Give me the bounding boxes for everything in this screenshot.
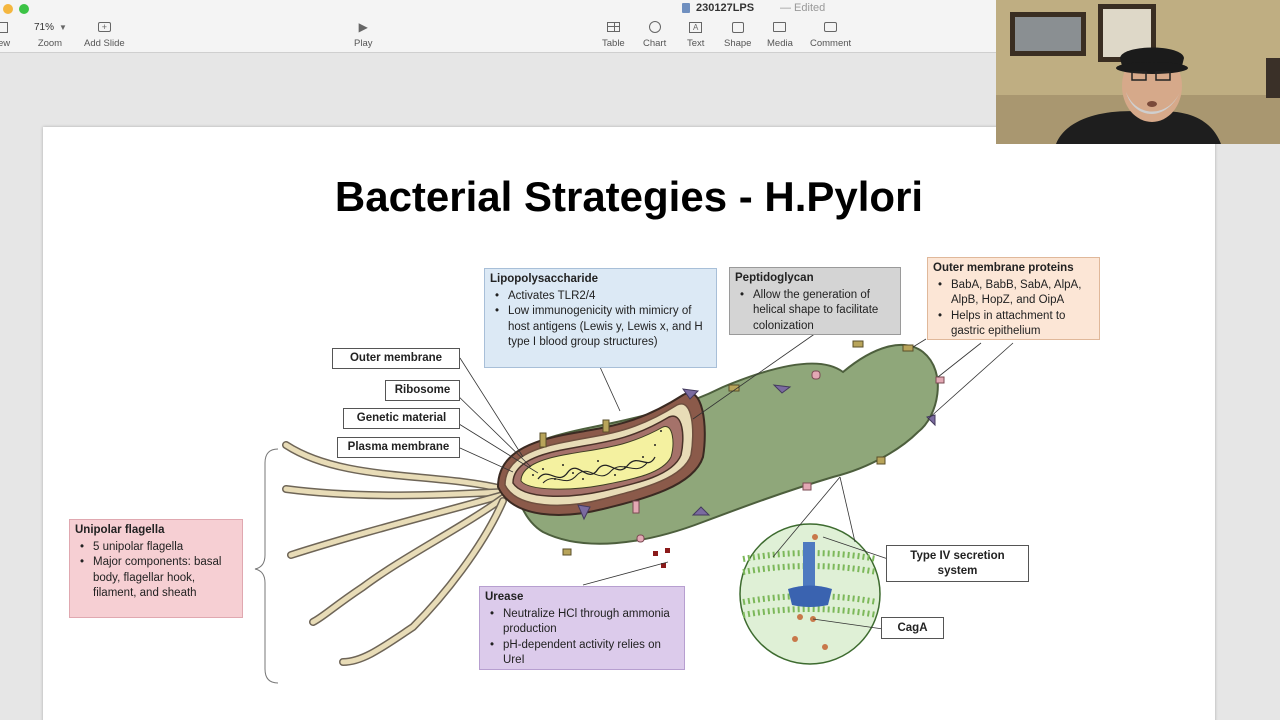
media-label: Media — [767, 38, 793, 49]
omp-list: BabA, BabB, SabA, AlpA, AlpB, HopZ, and … — [933, 278, 1094, 340]
peptidoglycan-list: Allow the generation of helical shape to… — [735, 288, 895, 335]
text-label: Text — [687, 38, 705, 49]
flagella-list: 5 unipolar flagella Major components: ba… — [75, 540, 237, 602]
slide-canvas[interactable]: Bacterial Strategies - H.Pylori Outer me… — [43, 127, 1215, 720]
label-outer-membrane[interactable]: Outer membrane — [332, 348, 460, 369]
type-iv-line-2: system — [937, 564, 978, 577]
zoom-window-button[interactable] — [19, 4, 29, 14]
label-genetic-material[interactable]: Genetic material — [343, 408, 460, 429]
urease-list: Neutralize HCl through ammonia productio… — [485, 607, 679, 669]
chart-button[interactable]: Chart — [643, 20, 666, 49]
webcam-video-overlay — [996, 0, 1280, 144]
play-label: Play — [354, 38, 373, 49]
media-icon — [773, 20, 787, 34]
view-label: ew — [0, 38, 11, 49]
flagella-item: 5 unipolar flagella — [75, 540, 237, 556]
lps-item: Low immunogenicity with mimicry of host … — [490, 304, 711, 351]
urease-title: Urease — [485, 591, 524, 603]
urease-box[interactable]: Urease Neutralize HCl through ammonia pr… — [479, 586, 685, 670]
label-caga[interactable]: CagA — [881, 617, 944, 639]
text-icon: A — [689, 20, 703, 34]
type-iv-line-1: Type IV secretion — [910, 549, 1005, 562]
document-icon — [682, 3, 690, 13]
add-slide-label: Add Slide — [84, 38, 125, 49]
table-icon — [606, 20, 620, 34]
zoom-button[interactable]: 71% ▼ Zoom — [33, 20, 67, 50]
text-button[interactable]: A Text — [687, 20, 704, 49]
flagella-bracket — [254, 448, 279, 684]
comment-button[interactable]: Comment — [810, 20, 851, 49]
presenter-video — [996, 0, 1280, 144]
peptidoglycan-title: Peptidoglycan — [735, 272, 814, 284]
table-button[interactable]: Table — [602, 20, 625, 49]
secretion-base — [788, 585, 832, 607]
lps-list: Activates TLR2/4 Low immunogenicity with… — [490, 289, 711, 351]
keynote-window: 230127LPS — Edited ew 71% ▼ Zoom + Add S… — [0, 0, 1280, 720]
comment-label: Comment — [810, 38, 852, 49]
omp-title: Outer membrane proteins — [933, 262, 1074, 274]
lps-title: Lipopolysaccharide — [490, 273, 599, 285]
add-slide-icon: + — [97, 20, 111, 34]
flagella-box[interactable]: Unipolar flagella 5 unipolar flagella Ma… — [69, 519, 243, 618]
chevron-down-icon: ▼ — [59, 22, 67, 32]
comment-icon — [824, 20, 838, 34]
label-ribosome[interactable]: Ribosome — [385, 380, 460, 401]
media-button[interactable]: Media — [767, 20, 793, 49]
chart-icon — [648, 20, 661, 34]
shape-label: Shape — [724, 38, 752, 49]
flagella-title: Unipolar flagella — [75, 524, 165, 536]
omp-box[interactable]: Outer membrane proteins BabA, BabB, SabA… — [927, 257, 1100, 340]
flagella-item: Major components: basal body, flagellar … — [75, 555, 237, 602]
urease-item: pH-dependent activity relies on UreI — [485, 638, 679, 669]
chart-label: Chart — [643, 38, 667, 49]
zoom-dropdown: 71% ▼ — [33, 20, 67, 34]
peptidoglycan-item: Allow the generation of helical shape to… — [735, 288, 895, 335]
shape-icon — [731, 20, 744, 34]
peptidoglycan-box[interactable]: Peptidoglycan Allow the generation of he… — [729, 267, 901, 335]
document-status: — Edited — [780, 2, 826, 14]
lps-box[interactable]: Lipopolysaccharide Activates TLR2/4 Low … — [484, 268, 717, 368]
flagella-group — [282, 441, 507, 666]
table-label: Table — [602, 38, 625, 49]
label-plasma-membrane[interactable]: Plasma membrane — [337, 437, 460, 458]
lps-item: Activates TLR2/4 — [490, 289, 711, 305]
omp-item: Helps in attachment to gastric epitheliu… — [933, 309, 1094, 340]
omp-item: BabA, BabB, SabA, AlpA, AlpB, HopZ, and … — [933, 278, 1094, 309]
shape-button[interactable]: Shape — [724, 20, 751, 49]
document-title: 230127LPS — [696, 2, 755, 14]
zoom-label: Zoom — [37, 38, 63, 49]
minimize-window-button[interactable] — [3, 4, 13, 14]
urease-item: Neutralize HCl through ammonia productio… — [485, 607, 679, 638]
play-icon: ▶ — [358, 20, 368, 34]
label-type-iv-secretion[interactable]: Type IV secretion system — [886, 545, 1029, 582]
add-slide-button[interactable]: + Add Slide — [84, 20, 125, 49]
play-button[interactable]: ▶ Play — [354, 20, 372, 49]
view-button[interactable]: ew — [0, 20, 10, 49]
zoom-value: 71% — [34, 21, 55, 33]
view-icon — [0, 20, 9, 34]
